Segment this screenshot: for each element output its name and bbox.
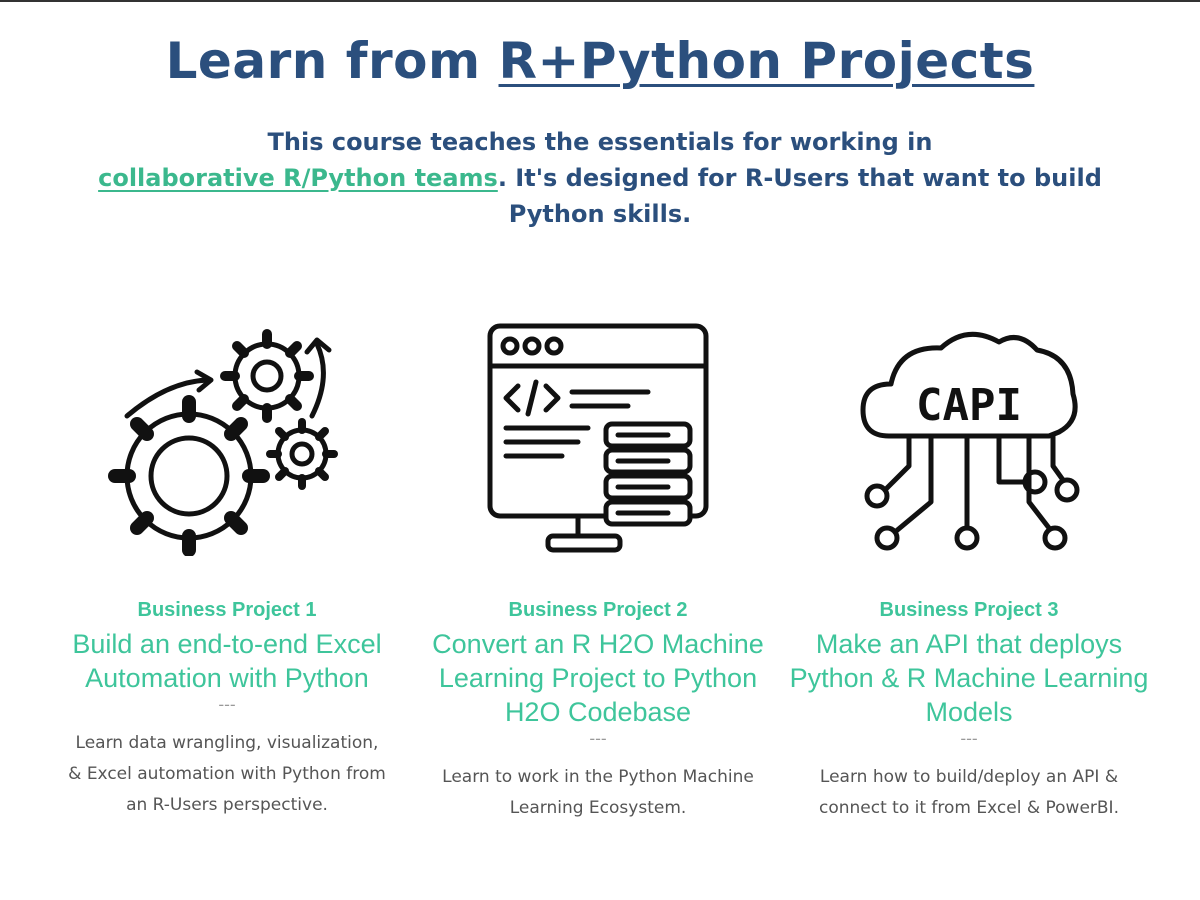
svg-text:CAPI: CAPI [916,380,1022,431]
page-subtitle: This course teaches the essentials for w… [90,124,1110,232]
code-server-monitor-icon [487,323,709,553]
project-description: Learn how to build/deploy an API & conne… [819,767,1119,818]
project-headline: Build an end-to-end Excel Automation wit… [72,629,382,693]
project-description: Learn data wrangling, visualization, & E… [68,733,386,815]
top-border [0,0,1200,2]
project-card-3: CAPI Business Project 3 Make an API that… [789,316,1149,818]
project-card-1: Business Project 1 Build an end-to-end E… [47,316,407,815]
page-title: Learn from R+Python Projects [0,32,1200,90]
collaborative-teams-link[interactable]: collaborative R/Python teams [98,164,498,192]
project-kicker: Business Project 2 [508,599,688,621]
separator: --- [960,729,978,748]
separator: --- [589,729,607,748]
api-cloud-icon: CAPI [860,331,1080,551]
subtitle-text-end: . It's designed for R-Users that want to… [497,164,1102,228]
gears-automation-icon [108,329,338,556]
subtitle-text-start: This course teaches the essentials for w… [267,128,933,156]
project-headline: Convert an R H2O Machine Learning Projec… [432,629,764,727]
title-link[interactable]: R+Python Projects [499,32,1035,90]
project-headline: Make an API that deploys Python & R Mach… [789,629,1149,727]
project-description: Learn to work in the Python Machine Lear… [442,767,754,818]
title-prefix: Learn from [165,32,499,90]
project-card-2: Business Project 2 Convert an R H2O Mach… [418,316,778,818]
project-kicker: Business Project 3 [879,599,1059,621]
project-kicker: Business Project 1 [137,599,317,621]
separator: --- [218,695,236,714]
